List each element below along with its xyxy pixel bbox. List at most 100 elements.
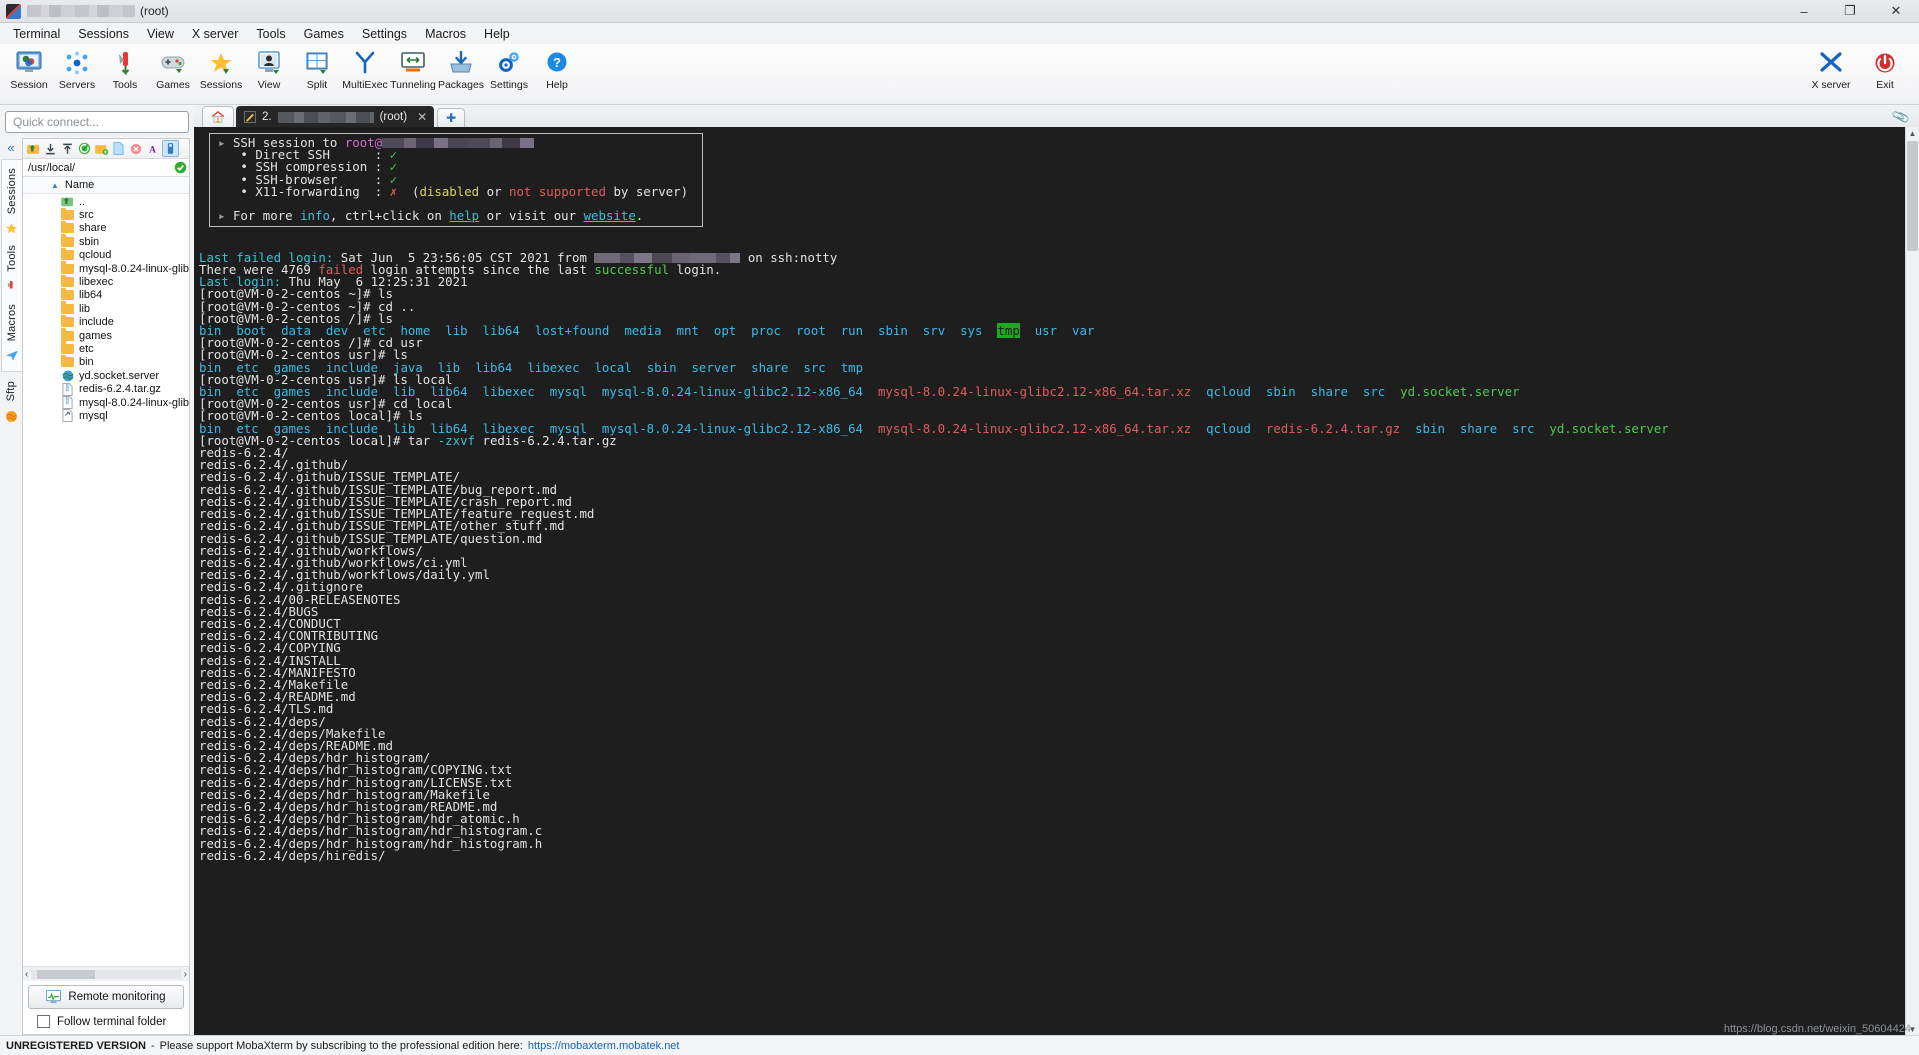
menu-terminal[interactable]: Terminal (4, 25, 69, 43)
column-header-name: Name (64, 179, 95, 191)
sidebar-item-tools[interactable]: Tools (6, 240, 18, 277)
menu-tools[interactable]: Tools (247, 25, 294, 43)
sidebar-item-sftp[interactable]: Sftp (5, 376, 17, 406)
folder-icon (61, 247, 74, 261)
terminal-scrollbar[interactable]: ▲ ▼ (1905, 127, 1919, 1035)
scroll-left-arrow-icon[interactable]: ‹ (25, 969, 28, 980)
menu-macros[interactable]: Macros (416, 25, 475, 43)
up-folder-icon[interactable] (26, 141, 41, 156)
scrollbar-thumb[interactable] (37, 969, 96, 979)
terminal-output[interactable]: ▸ SSH session to root@ • Direct SSH : ✓ … (194, 127, 1905, 1035)
file-browser-path-bar[interactable]: /usr/local/ (23, 159, 189, 177)
x-server-icon (1818, 49, 1844, 77)
usb-icon[interactable] (162, 140, 179, 157)
file-name: .. (79, 195, 86, 208)
list-item[interactable]: sbin (23, 234, 189, 248)
download-icon[interactable] (43, 141, 58, 156)
delete-icon[interactable] (128, 141, 143, 156)
mobaxterm-link[interactable]: https://mobaxterm.mobatek.net (528, 1040, 680, 1052)
tools-icon (5, 280, 18, 294)
toolbar-label-x-server: X server (1811, 79, 1851, 91)
list-item[interactable]: etc (23, 341, 189, 355)
toolbar-button-tools[interactable]: Tools (102, 46, 148, 91)
maximize-button[interactable]: ❐ (1827, 0, 1873, 22)
sidebar-item-macros[interactable]: Macros (6, 299, 18, 346)
toolbar-button-games[interactable]: Games (150, 46, 196, 91)
list-item[interactable]: mysql-8.0.24-linux-glibc2.12-... (23, 396, 189, 409)
symlink-file-icon (61, 409, 74, 423)
list-item[interactable]: share (23, 220, 189, 235)
remote-monitoring-label: Remote monitoring (68, 991, 166, 1003)
scrollbar-track[interactable] (31, 969, 181, 979)
list-item[interactable]: games (23, 328, 189, 342)
toolbar-button-view[interactable]: View (246, 46, 292, 91)
minimize-button[interactable]: – (1781, 0, 1827, 22)
file-name: bin (79, 356, 94, 369)
new-file-icon[interactable] (111, 141, 126, 156)
toolbar-button-split[interactable]: Split (294, 46, 340, 91)
menu-x-server[interactable]: X server (183, 25, 248, 43)
menu-games[interactable]: Games (295, 25, 353, 43)
list-item[interactable]: lib (23, 301, 189, 315)
sidebar-item-sessions[interactable]: Sessions (6, 163, 18, 219)
refresh-icon[interactable] (77, 141, 92, 156)
toolbar-button-servers[interactable]: Servers (54, 46, 100, 91)
list-item[interactable]: libexec (23, 274, 189, 288)
toolbar-label-session: Session (10, 79, 48, 91)
menu-view[interactable]: View (138, 25, 183, 43)
new-tab-button[interactable]: ✚ (437, 108, 466, 127)
toolbar-button-x-server[interactable]: X server (1805, 46, 1857, 91)
list-item[interactable]: qcloud (23, 247, 189, 262)
new-folder-icon[interactable] (94, 141, 109, 156)
toolbar-button-multiexec[interactable]: MultiExec (342, 46, 388, 91)
file-browser-column-header[interactable]: ▲ Name (23, 177, 189, 194)
folder-icon (61, 287, 74, 301)
toolbar-button-packages[interactable]: Packages (438, 46, 484, 91)
list-item[interactable]: mysql-8.0.24-linux-glibc2.12-... (23, 261, 189, 275)
games-icon (160, 49, 186, 77)
file-browser-list[interactable]: .. src share sbin qcloud mysql-8.0.24-li… (23, 194, 189, 966)
paperclip-icon[interactable]: 📎 (1891, 107, 1912, 128)
home-tab-button[interactable] (202, 106, 234, 127)
chevron-double-left-icon[interactable]: « (7, 140, 14, 155)
terminal-tab-2[interactable]: 2. (root) ✕ (236, 106, 435, 127)
menu-bar: Terminal Sessions View X server Tools Ga… (0, 23, 1919, 44)
follow-terminal-folder-checkbox[interactable] (37, 1015, 50, 1028)
toolbar-button-session[interactable]: Session (6, 46, 52, 91)
menu-help[interactable]: Help (475, 25, 519, 43)
window-title-redacted (27, 5, 135, 17)
list-item[interactable]: lib64 (23, 287, 189, 302)
scroll-up-arrow-icon[interactable]: ▲ (1909, 127, 1917, 139)
close-button[interactable]: ✕ (1873, 0, 1919, 22)
toolbar-button-settings[interactable]: Settings (486, 46, 532, 91)
follow-terminal-folder-row[interactable]: Follow terminal folder (23, 1013, 189, 1034)
sidebar-vertical-tabs: « Sessions Tools Macros Sftp (0, 138, 22, 1035)
menu-sessions[interactable]: Sessions (69, 25, 138, 43)
list-item[interactable]: redis-6.2.4.tar.gz (23, 382, 189, 396)
terminal-area: ▸ SSH session to root@ • Direct SSH : ✓ … (194, 127, 1919, 1035)
scroll-right-arrow-icon[interactable]: › (184, 969, 187, 980)
terminal-scrollbar-thumb[interactable] (1907, 141, 1918, 251)
list-item[interactable]: include (23, 314, 189, 329)
upload-icon[interactable] (60, 141, 75, 156)
list-item[interactable]: mysql (23, 409, 189, 423)
list-item[interactable]: .. (23, 195, 189, 208)
toolbar-button-sessions[interactable]: Sessions (198, 46, 244, 91)
close-icon[interactable]: ✕ (413, 110, 427, 124)
remote-monitoring-button[interactable]: Remote monitoring (28, 985, 184, 1009)
file-name: sbin (79, 235, 100, 248)
sort-asc-icon: ▲ (51, 180, 59, 190)
text-mode-icon[interactable]: A (145, 141, 160, 156)
unregistered-version-label: UNREGISTERED VERSION (6, 1039, 146, 1052)
list-item[interactable]: bin (23, 354, 189, 369)
quick-connect-input[interactable]: Quick connect... (5, 111, 189, 133)
list-item[interactable]: yd.socket.server (23, 369, 189, 382)
globe-icon (5, 410, 18, 423)
tab-title-suffix: (root) (379, 111, 408, 123)
toolbar-button-tunneling[interactable]: Tunneling (390, 46, 436, 91)
file-browser-horizontal-scrollbar[interactable]: ‹ › (23, 966, 189, 981)
menu-settings[interactable]: Settings (353, 25, 416, 43)
toolbar-button-exit[interactable]: Exit (1859, 46, 1911, 91)
toolbar-button-help[interactable]: ? Help (534, 46, 580, 91)
list-item[interactable]: src (23, 207, 189, 221)
